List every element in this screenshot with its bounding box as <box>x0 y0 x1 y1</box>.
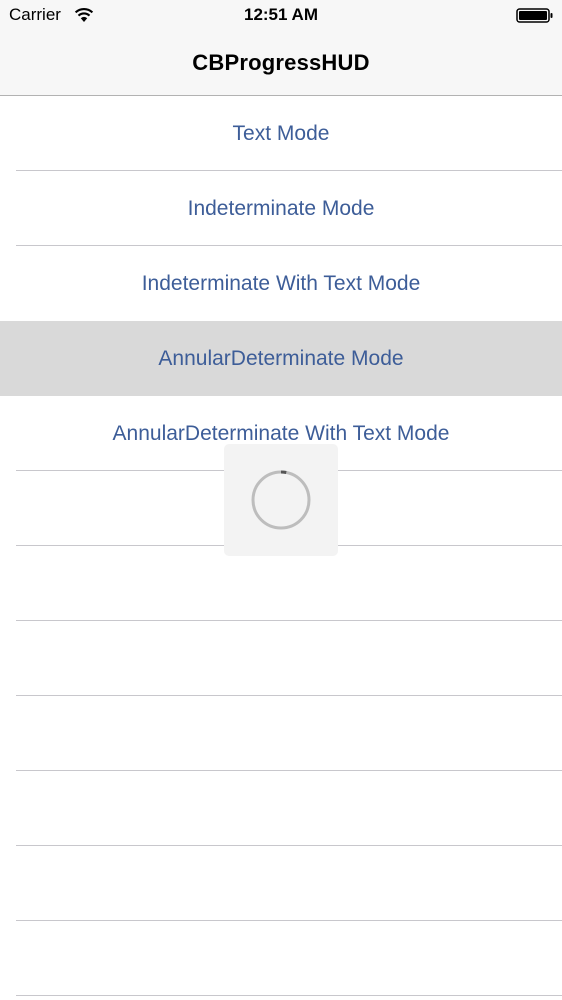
table-row[interactable]: Indeterminate Mode <box>0 171 562 246</box>
progress-track <box>251 470 311 530</box>
table-row-label: Indeterminate With Text Mode <box>141 271 421 295</box>
battery-icon <box>516 8 553 23</box>
table-row[interactable] <box>0 546 562 621</box>
table-row-label: AnnularDeterminate Mode <box>158 346 404 370</box>
table-row-label <box>0 921 562 996</box>
table-row-label <box>0 621 562 696</box>
table-row[interactable] <box>0 696 562 771</box>
clock: 12:51 AM <box>243 5 318 24</box>
table-row-label <box>0 846 562 921</box>
table-row-label: Indeterminate Mode <box>187 196 375 220</box>
table-row[interactable]: Text Mode <box>0 96 562 171</box>
screen: Carrier 12:51 AM CBProgressHUD Text Mode… <box>0 0 562 1000</box>
annular-progress-icon <box>251 470 311 530</box>
table-row[interactable] <box>0 771 562 846</box>
table-row[interactable] <box>0 921 562 996</box>
table-row-label <box>0 546 562 621</box>
status-bar: Carrier 12:51 AM <box>0 0 562 30</box>
table-row[interactable] <box>0 621 562 696</box>
navigation-bar: CBProgressHUD <box>0 30 562 96</box>
progress-hud <box>224 444 338 556</box>
page-title: CBProgressHUD <box>192 50 370 75</box>
table-row-label <box>0 771 562 846</box>
table-row-label <box>0 696 562 771</box>
table-row[interactable] <box>0 846 562 921</box>
table-row-label: Text Mode <box>232 121 330 145</box>
row-separator <box>16 995 562 996</box>
table-row[interactable]: Indeterminate With Text Mode <box>0 246 562 321</box>
table-row[interactable]: AnnularDeterminate Mode <box>0 321 562 396</box>
